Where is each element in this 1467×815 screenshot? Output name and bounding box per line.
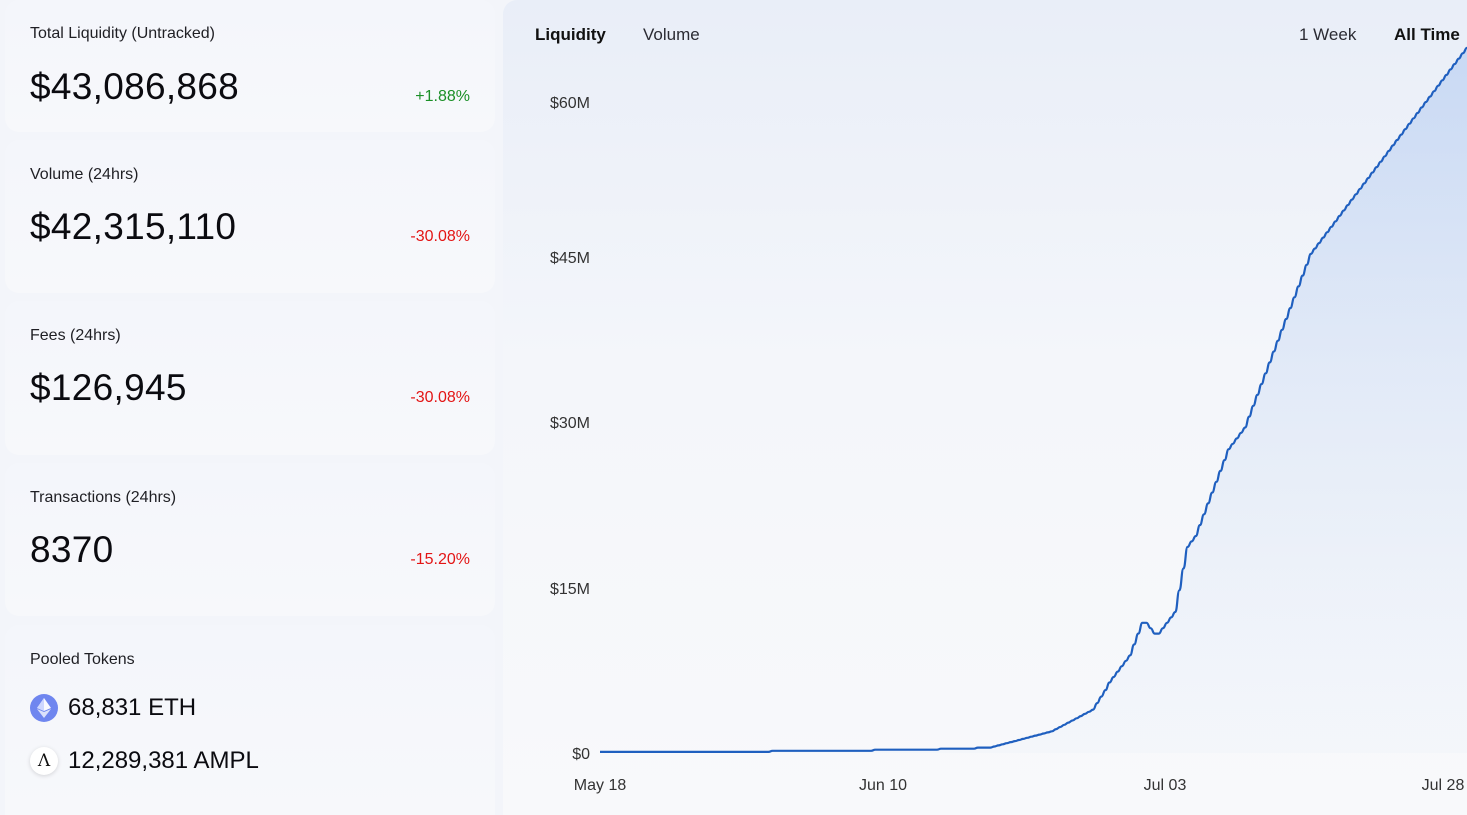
chart-panel: Liquidity Volume 1 Week All Time $0 $15M $… bbox=[503, 0, 1467, 815]
token-row-eth[interactable]: 68,831 ETH bbox=[30, 694, 196, 722]
stat-card-liquidity: Total Liquidity (Untracked) $43,086,868 … bbox=[5, 0, 495, 132]
stat-delta: +1.88% bbox=[415, 88, 470, 105]
stat-delta: -30.08% bbox=[410, 228, 470, 245]
pooled-tokens-card: Pooled Tokens 68,831 ETH Λ 12,289,381 AM… bbox=[5, 625, 495, 815]
x-tick-label: Jul 28 bbox=[1422, 777, 1465, 794]
stat-label: Total Liquidity (Untracked) bbox=[30, 25, 215, 42]
stat-delta: -30.08% bbox=[410, 389, 470, 406]
token-amount: 12,289,381 AMPL bbox=[68, 747, 259, 774]
x-tick-label: Jun 10 bbox=[859, 777, 907, 794]
liquidity-chart[interactable]: $0 $15M $30M $45M $60M May 18 Jun 10 Jul 03 Jul… bbox=[503, 0, 1467, 815]
stat-card-fees: Fees (24hrs) $126,945 -30.08% bbox=[5, 301, 495, 455]
stat-value: $126,945 bbox=[30, 367, 187, 408]
stat-label: Volume (24hrs) bbox=[30, 166, 139, 183]
y-tick-label: $60M bbox=[550, 95, 590, 112]
y-tick-label: $30M bbox=[550, 415, 590, 432]
chart-area bbox=[600, 47, 1467, 754]
x-tick-label: May 18 bbox=[574, 777, 627, 794]
x-tick-label: Jul 03 bbox=[1144, 777, 1187, 794]
stat-delta: -15.20% bbox=[410, 551, 470, 568]
stat-value: 8370 bbox=[30, 529, 114, 570]
stat-value: $42,315,110 bbox=[30, 206, 237, 247]
ampl-icon: Λ bbox=[30, 747, 58, 775]
stat-label: Fees (24hrs) bbox=[30, 327, 121, 344]
pooled-tokens-title: Pooled Tokens bbox=[30, 651, 135, 668]
token-row-ampl[interactable]: Λ 12,289,381 AMPL bbox=[30, 747, 259, 775]
stat-card-volume: Volume (24hrs) $42,315,110 -30.08% bbox=[5, 140, 495, 293]
stat-value: $43,086,868 bbox=[30, 66, 240, 107]
y-tick-label: $45M bbox=[550, 250, 590, 267]
token-amount: 68,831 ETH bbox=[68, 694, 197, 721]
y-tick-label: $0 bbox=[572, 746, 590, 763]
stat-card-transactions: Transactions (24hrs) 8370 -15.20% bbox=[5, 463, 495, 616]
eth-icon bbox=[30, 694, 58, 722]
ampl-glyph: Λ bbox=[37, 751, 51, 771]
stat-label: Transactions (24hrs) bbox=[30, 489, 177, 506]
y-tick-label: $15M bbox=[550, 581, 590, 598]
